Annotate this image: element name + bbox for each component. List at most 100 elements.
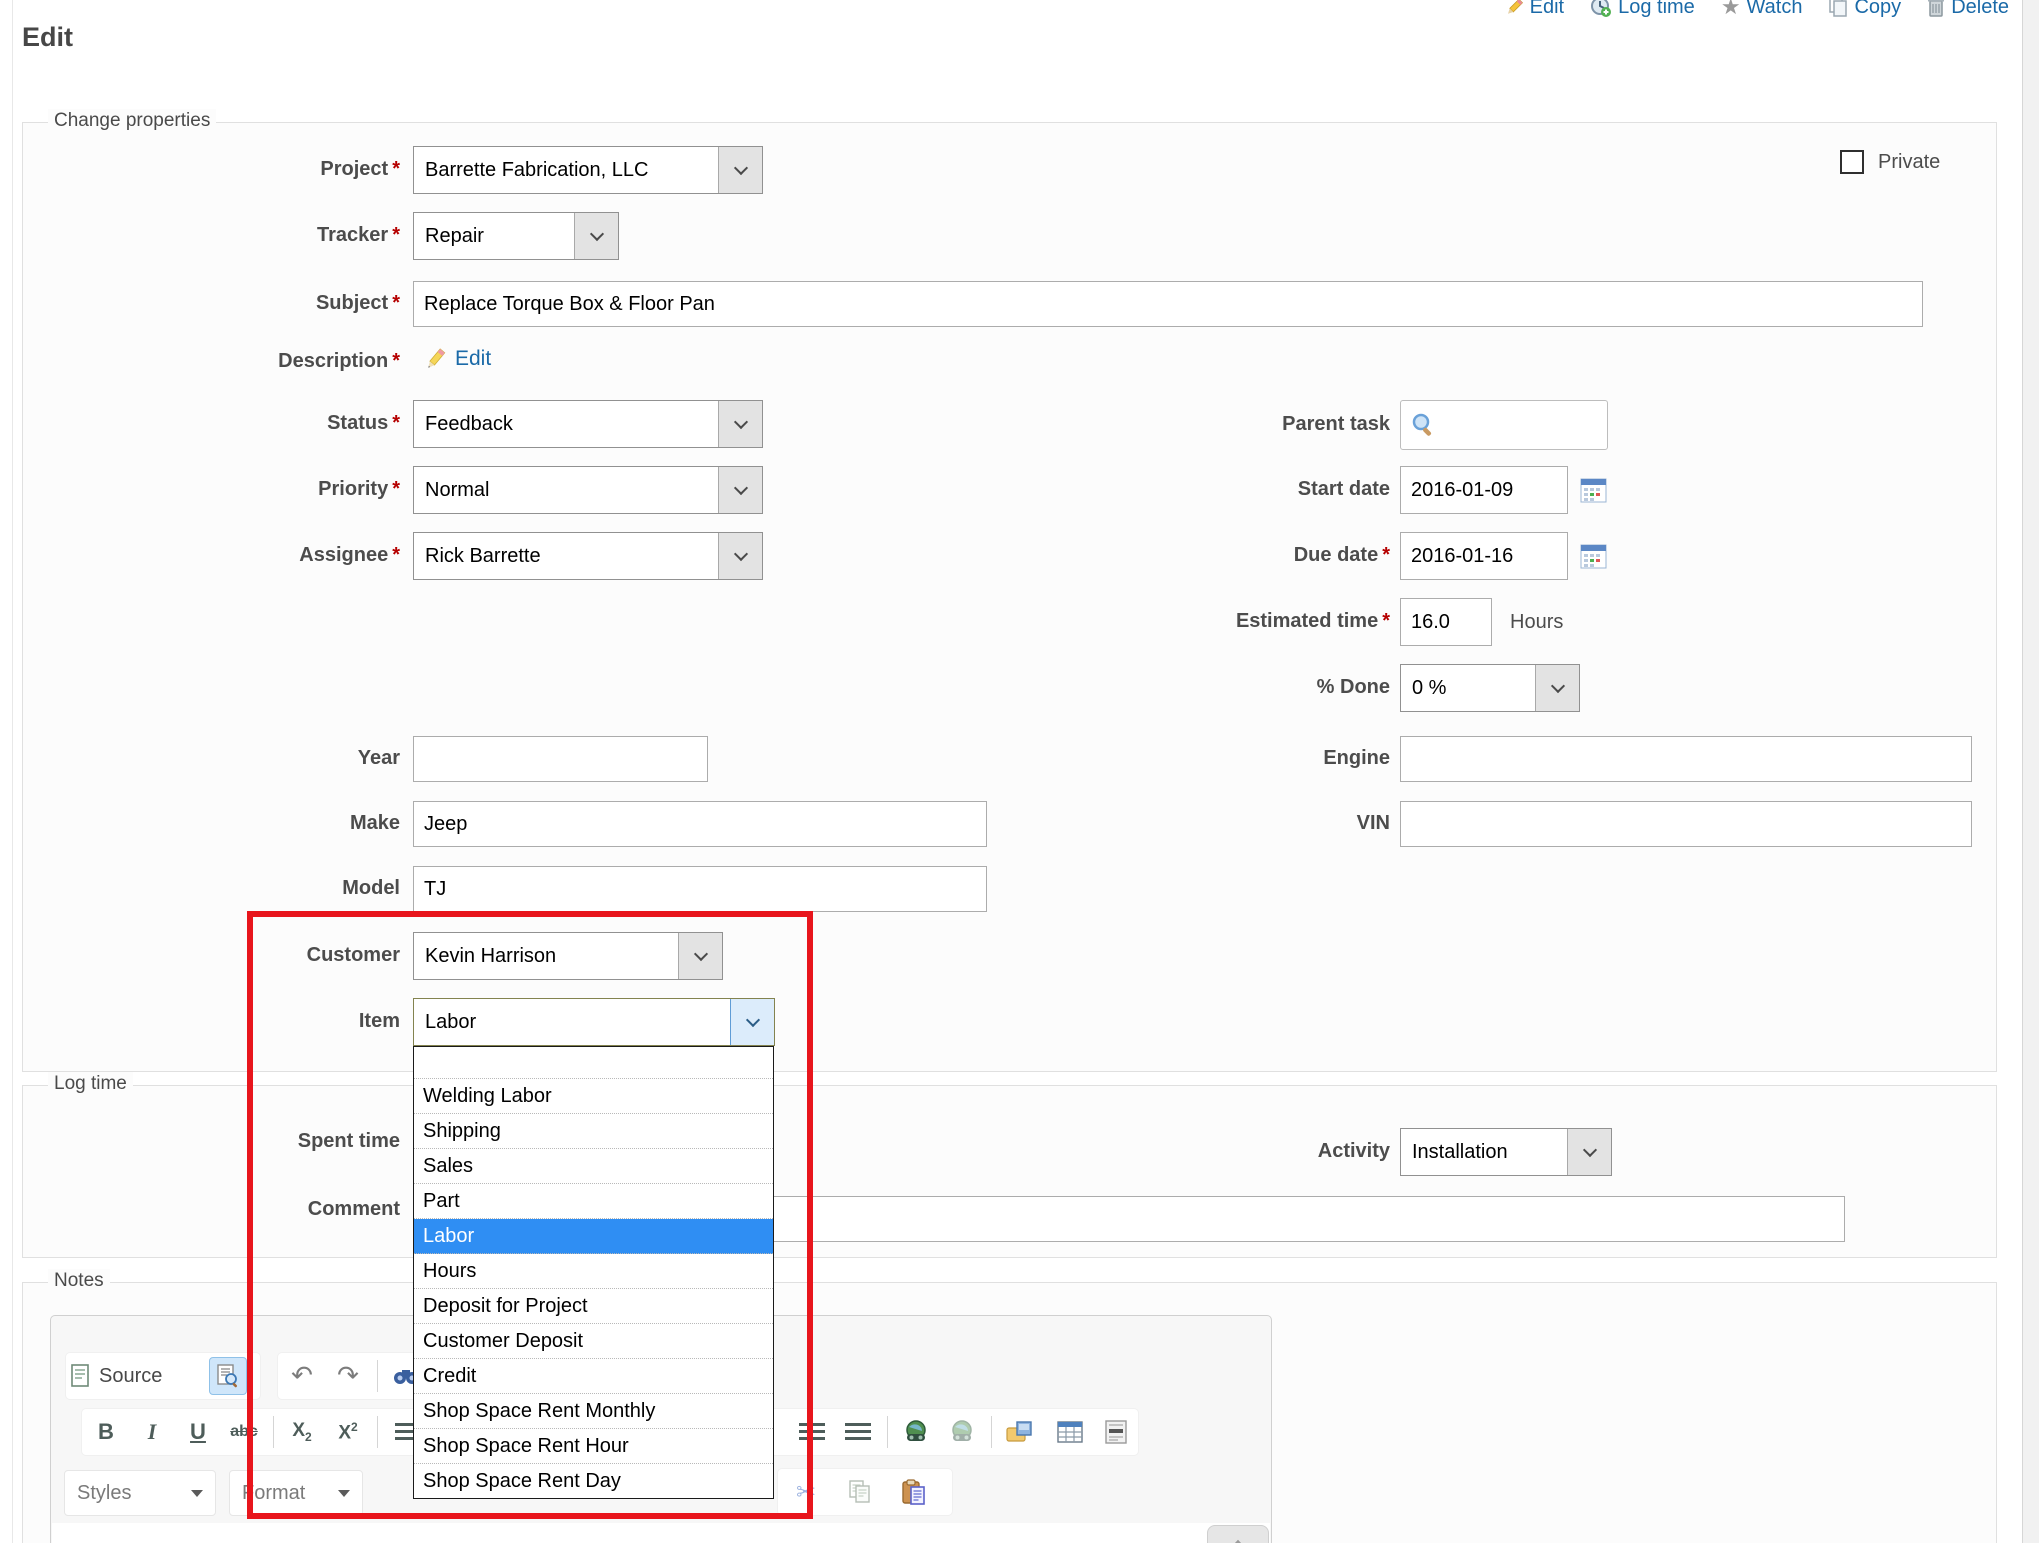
make-input[interactable]: Jeep (413, 801, 987, 847)
source-doc-icon (71, 1364, 91, 1388)
caret-down-icon (191, 1490, 203, 1497)
dropdown-option[interactable]: Deposit for Project (414, 1289, 773, 1324)
parent-task-input[interactable] (1400, 400, 1608, 450)
private-checkbox[interactable] (1840, 150, 1864, 174)
italic-button[interactable]: I (133, 1413, 171, 1451)
year-label: Year (100, 736, 400, 780)
tracker-select[interactable]: Repair (413, 212, 619, 260)
year-input[interactable] (413, 736, 708, 782)
status-select[interactable]: Feedback (413, 400, 763, 448)
table-icon (1057, 1421, 1083, 1443)
superscript-button[interactable]: X2 (329, 1413, 367, 1451)
log-time-legend: Log time (48, 1072, 133, 1096)
chevron-down-icon (589, 227, 603, 241)
link-button[interactable] (897, 1413, 935, 1451)
tracker-label: Tracker* (100, 212, 400, 258)
pencil-icon (1504, 0, 1524, 17)
copy-button[interactable] (841, 1473, 879, 1511)
start-date-label: Start date (990, 466, 1390, 512)
calendar-icon[interactable] (1580, 544, 1607, 569)
justify-block-icon (845, 1423, 871, 1442)
div-container-button[interactable] (1097, 1413, 1135, 1451)
image-button[interactable] (1001, 1413, 1039, 1451)
unlink-globe-icon (949, 1419, 975, 1445)
unlink-button[interactable] (943, 1413, 981, 1451)
format-dropdown[interactable]: Format (229, 1470, 363, 1516)
editor-scroll-pill[interactable] (1207, 1525, 1269, 1543)
dropdown-option[interactable]: Welding Labor (414, 1079, 773, 1114)
calendar-icon[interactable] (1580, 478, 1607, 503)
engine-input[interactable] (1400, 736, 1972, 782)
dropdown-option[interactable]: Shop Space Rent Monthly (414, 1394, 773, 1429)
dropdown-option[interactable]: Sales (414, 1149, 773, 1184)
page-title: Edit (22, 22, 73, 53)
justify-block-button[interactable] (839, 1413, 877, 1451)
item-select[interactable]: Labor (413, 998, 775, 1046)
templates-button[interactable] (209, 1357, 247, 1395)
table-button[interactable] (1051, 1413, 1089, 1451)
dropdown-option[interactable]: Shop Space Rent Hour (414, 1429, 773, 1464)
status-label: Status* (100, 400, 400, 446)
paste-button[interactable] (895, 1473, 933, 1511)
justify-left-button[interactable] (793, 1413, 831, 1451)
caret-down-icon (338, 1490, 350, 1497)
watch-link[interactable]: ★ Watch (1721, 0, 1803, 20)
magnifier-icon (1411, 412, 1435, 438)
undo-button[interactable]: ↶ (283, 1357, 321, 1395)
change-properties-legend: Change properties (48, 109, 216, 133)
chevron-down-icon (693, 947, 707, 961)
redo-button[interactable]: ↷ (329, 1357, 367, 1395)
edit-link[interactable]: Edit (1504, 0, 1564, 19)
page-scrollbar[interactable] (2022, 0, 2039, 1543)
issue-edit-page: Edit Log time ★ Watch Copy Delete Edit C… (0, 0, 2039, 1543)
subject-input[interactable]: Replace Torque Box & Floor Pan (413, 281, 1923, 327)
copy-link[interactable]: Copy (1828, 0, 1901, 19)
content-left-border (12, 0, 13, 1543)
project-select[interactable]: Barrette Fabrication, LLC (413, 146, 763, 194)
source-label: Source (99, 1365, 162, 1388)
image-icon (1006, 1420, 1034, 1444)
customer-select[interactable]: Kevin Harrison (413, 932, 723, 980)
dropdown-option[interactable] (414, 1047, 773, 1079)
link-globe-icon (903, 1419, 929, 1445)
vin-label: VIN (990, 801, 1390, 845)
dropdown-option[interactable]: Credit (414, 1359, 773, 1394)
styles-dropdown[interactable]: Styles (64, 1470, 216, 1516)
description-edit[interactable]: Edit (423, 346, 491, 372)
dropdown-option[interactable]: Part (414, 1184, 773, 1219)
log-time-link[interactable]: Log time (1590, 0, 1695, 19)
chevron-down-icon (733, 547, 747, 561)
dropdown-option[interactable]: Shipping (414, 1114, 773, 1149)
dropdown-option-selected[interactable]: Labor (414, 1219, 773, 1254)
delete-link[interactable]: Delete (1927, 0, 2009, 19)
source-button[interactable]: Source (71, 1357, 191, 1395)
due-date-input[interactable]: 2016-01-16 (1400, 532, 1568, 580)
customer-label: Customer (100, 932, 400, 978)
bold-icon: B (98, 1419, 114, 1445)
chevron-down-icon (1582, 1143, 1596, 1157)
subscript-button[interactable]: X2 (283, 1413, 321, 1451)
justify-left-icon (799, 1423, 825, 1442)
dropdown-option[interactable]: Hours (414, 1254, 773, 1289)
priority-select[interactable]: Normal (413, 466, 763, 514)
undo-icon: ↶ (291, 1361, 313, 1391)
editor-content-area[interactable] (52, 1523, 1270, 1543)
dropdown-option[interactable]: Customer Deposit (414, 1324, 773, 1359)
dropdown-option[interactable]: Shop Space Rent Day (414, 1464, 773, 1499)
vin-input[interactable] (1400, 801, 1972, 847)
trash-icon (1927, 0, 1945, 18)
assignee-label: Assignee* (100, 532, 400, 578)
model-input[interactable]: TJ (413, 866, 987, 912)
strikethrough-button[interactable]: abc (225, 1413, 263, 1451)
estimated-time-input[interactable]: 16.0 (1400, 598, 1492, 646)
assignee-select[interactable]: Rick Barrette (413, 532, 763, 580)
activity-select[interactable]: Installation (1400, 1128, 1612, 1176)
comment-label: Comment (100, 1186, 400, 1232)
start-date-input[interactable]: 2016-01-09 (1400, 466, 1568, 514)
percent-done-select[interactable]: 0 % (1400, 664, 1580, 712)
underline-button[interactable]: U (179, 1413, 217, 1451)
description-edit-link[interactable]: Edit (455, 347, 491, 371)
cut-button[interactable]: ✂ (787, 1473, 825, 1511)
item-dropdown-list: Welding Labor Shipping Sales Part Labor … (413, 1046, 774, 1499)
bold-button[interactable]: B (87, 1413, 125, 1451)
